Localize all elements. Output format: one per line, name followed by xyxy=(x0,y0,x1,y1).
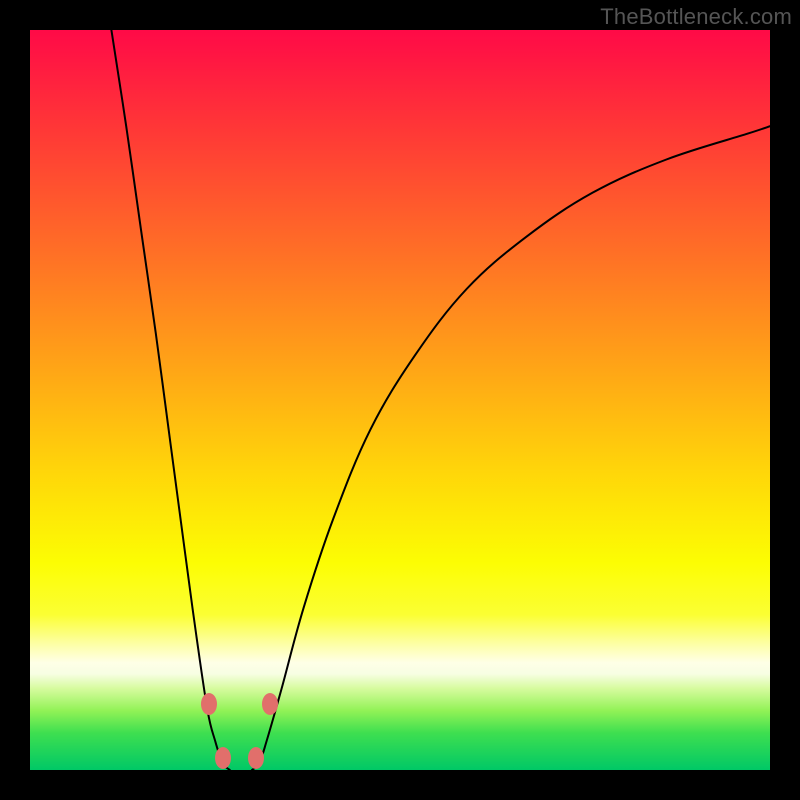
curve-marker-2 xyxy=(215,747,231,769)
curve-right-branch xyxy=(252,126,770,770)
curve-marker-3 xyxy=(248,747,264,769)
curve-marker-0 xyxy=(201,693,217,715)
curve-left-branch xyxy=(111,30,229,770)
plot-area xyxy=(30,30,770,770)
watermark: TheBottleneck.com xyxy=(600,4,792,30)
curve-layer xyxy=(30,30,770,770)
curve-marker-1 xyxy=(262,693,278,715)
